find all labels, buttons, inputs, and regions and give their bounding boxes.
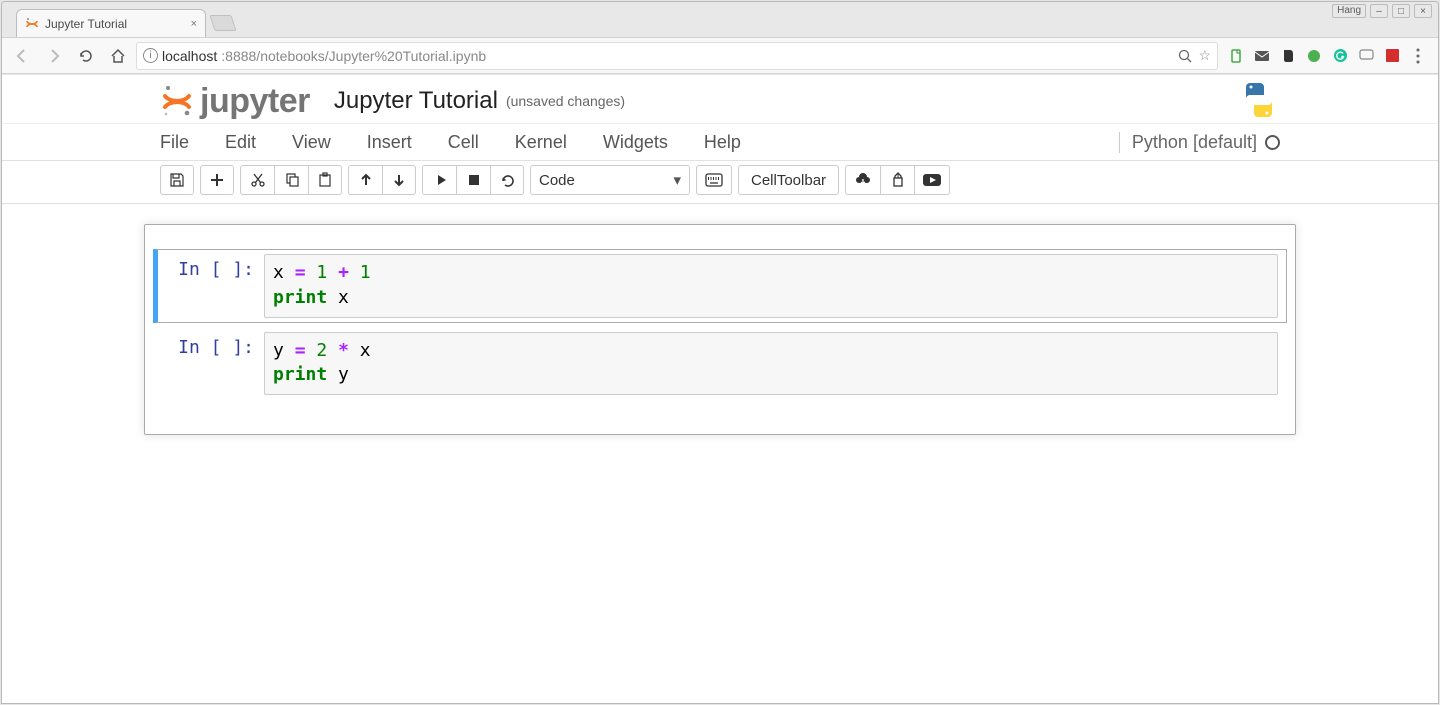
cell-toolbar-button[interactable]: CellToolbar: [738, 165, 839, 195]
ext-evernote-icon[interactable]: [1280, 48, 1296, 64]
kernel-indicator[interactable]: Python [default]: [1119, 132, 1280, 153]
notebook-status: (unsaved changes): [506, 93, 625, 109]
jupyter-logo-icon: [160, 83, 194, 119]
move-cell-down-button[interactable]: [382, 165, 416, 195]
url-host: localhost: [162, 48, 217, 64]
window-frame: Hang – □ × Jupyter Tutorial ×: [1, 1, 1439, 704]
ext-green-file-icon[interactable]: [1228, 48, 1244, 64]
cloud-download-button[interactable]: [845, 165, 880, 195]
code-cell[interactable]: In [ ]:y = 2 * x print y: [153, 327, 1287, 401]
new-tab-button[interactable]: [209, 15, 236, 31]
nbextensions-button[interactable]: [880, 165, 914, 195]
menu-item-view[interactable]: View: [292, 126, 351, 159]
cell-type-select[interactable]: Code ▾: [530, 165, 690, 195]
kernel-name: Python [default]: [1132, 132, 1257, 153]
copy-cell-button[interactable]: [274, 165, 308, 195]
menu-item-help[interactable]: Help: [704, 126, 761, 159]
chrome-menu-icon[interactable]: [1410, 48, 1426, 64]
menu-item-edit[interactable]: Edit: [225, 126, 276, 159]
address-bar[interactable]: i localhost:8888/notebooks/Jupyter%20Tut…: [136, 42, 1218, 70]
menu-item-widgets[interactable]: Widgets: [603, 126, 688, 159]
move-cell-up-button[interactable]: [348, 165, 382, 195]
restart-kernel-button[interactable]: [490, 165, 524, 195]
run-cell-button[interactable]: [422, 165, 456, 195]
save-button[interactable]: [160, 165, 194, 195]
rise-slideshow-button[interactable]: [914, 165, 950, 195]
jupyter-logo[interactable]: Jupyter: [160, 83, 310, 119]
window-minimize-button[interactable]: –: [1370, 4, 1388, 18]
browser-tab-title: Jupyter Tutorial: [45, 17, 127, 31]
menubar: FileEditViewInsertCellKernelWidgetsHelp …: [144, 124, 1296, 160]
home-button[interactable]: [104, 42, 132, 70]
ext-red-square-icon[interactable]: [1384, 48, 1400, 64]
extension-icons: [1222, 48, 1432, 64]
browser-tab-active[interactable]: Jupyter Tutorial ×: [16, 9, 206, 37]
menu-item-file[interactable]: File: [160, 126, 209, 159]
browser-toolbar: i localhost:8888/notebooks/Jupyter%20Tut…: [2, 37, 1438, 74]
menu-item-insert[interactable]: Insert: [367, 126, 432, 159]
kernel-idle-icon: [1265, 135, 1280, 150]
forward-button[interactable]: [40, 42, 68, 70]
add-cell-button[interactable]: [200, 165, 234, 195]
window-close-button[interactable]: ×: [1414, 4, 1432, 18]
paste-cell-button[interactable]: [308, 165, 342, 195]
notebook-body: In [ ]:x = 1 + 1 print xIn [ ]:y = 2 * x…: [2, 204, 1438, 435]
code-input[interactable]: y = 2 * x print y: [264, 332, 1278, 396]
url-path: :8888/notebooks/Jupyter%20Tutorial.ipynb: [221, 48, 486, 64]
bookmark-star-icon[interactable]: ☆: [1198, 47, 1211, 64]
notebook-title[interactable]: Jupyter Tutorial: [334, 87, 498, 115]
notebook-container: In [ ]:x = 1 + 1 print xIn [ ]:y = 2 * x…: [144, 224, 1296, 435]
ext-green-dot-icon[interactable]: [1306, 48, 1322, 64]
page-viewport: Jupyter Jupyter Tutorial (unsaved change…: [2, 75, 1438, 703]
menu-item-kernel[interactable]: Kernel: [515, 126, 587, 159]
input-prompt: In [ ]:: [166, 254, 264, 318]
code-input[interactable]: x = 1 + 1 print x: [264, 254, 1278, 318]
interrupt-kernel-button[interactable]: [456, 165, 490, 195]
jupyter-favicon-icon: [25, 17, 39, 31]
input-prompt: In [ ]:: [166, 332, 264, 396]
notebook-header: Jupyter Jupyter Tutorial (unsaved change…: [2, 75, 1438, 123]
ext-grammarly-icon[interactable]: [1332, 48, 1348, 64]
ext-chat-icon[interactable]: [1358, 48, 1374, 64]
browser-tab-strip: Jupyter Tutorial ×: [2, 2, 1438, 37]
window-maximize-button[interactable]: □: [1392, 4, 1410, 18]
cut-cell-button[interactable]: [240, 165, 274, 195]
command-palette-button[interactable]: [696, 165, 732, 195]
jupyter-wordmark: Jupyter: [200, 82, 310, 121]
window-controls: Hang – □ ×: [1332, 4, 1432, 18]
zoom-icon[interactable]: [1178, 49, 1192, 63]
reload-button[interactable]: [72, 42, 100, 70]
menu-item-cell[interactable]: Cell: [448, 126, 499, 159]
code-cell[interactable]: In [ ]:x = 1 + 1 print x: [153, 249, 1287, 323]
window-hang-button[interactable]: Hang: [1332, 4, 1366, 18]
python-logo-icon[interactable]: [1238, 81, 1280, 119]
ext-mail-icon[interactable]: [1254, 48, 1270, 64]
toolbar: Code ▾ CellToolbar: [144, 161, 1296, 203]
site-info-icon[interactable]: i: [143, 48, 158, 63]
back-button[interactable]: [8, 42, 36, 70]
chevron-down-icon: ▾: [673, 171, 681, 189]
cell-type-value: Code: [539, 172, 575, 189]
close-tab-icon[interactable]: ×: [191, 18, 197, 30]
